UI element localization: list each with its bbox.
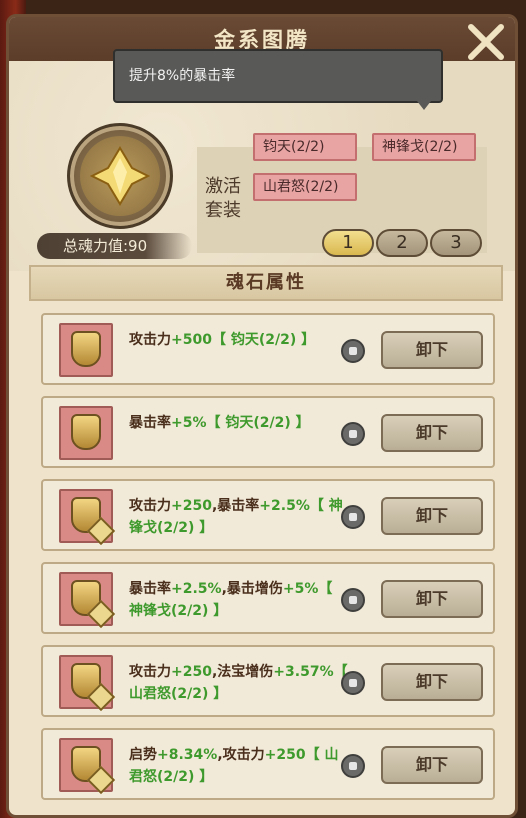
attribute-name: 暴击率	[129, 415, 171, 431]
sword-emblem-icon	[71, 331, 101, 367]
lock-icon[interactable]	[341, 588, 365, 612]
tooltip-text: 提升8%的暴击率	[129, 68, 236, 84]
unequip-button[interactable]: 卸下	[381, 663, 483, 701]
page-tab-3[interactable]: 3	[430, 229, 482, 257]
totem-panel: 金系图腾 激活 套装 钧天(2/2) 神锋戈(2/2) 山君怒(2/2) 提升8…	[6, 14, 518, 818]
suit-tooltip: 提升8%的暴击率	[113, 49, 443, 110]
attribute-name: 启势	[129, 747, 157, 763]
suit-tag-shenfengge[interactable]: 神锋戈(2/2)	[372, 133, 476, 161]
attribute-name: 攻击力	[129, 498, 171, 514]
attribute-row: 攻击力+500【 钧天(2/2) 】 卸下	[41, 313, 495, 385]
attribute-value: +250	[171, 664, 212, 680]
page-tab-2[interactable]: 2	[376, 229, 428, 257]
totem-emblem	[67, 123, 173, 229]
soulstone-icon[interactable]	[59, 738, 116, 795]
attribute-description: 暴击率+5%【 钧天(2/2) 】	[129, 412, 349, 434]
attribute-value: +250	[171, 498, 212, 514]
close-icon[interactable]	[463, 19, 509, 65]
unequip-button[interactable]: 卸下	[381, 331, 483, 369]
attribute-name: ,暴击增伤	[221, 581, 283, 597]
lock-icon[interactable]	[341, 671, 365, 695]
active-suits-label: 激活 套装	[205, 175, 245, 223]
attribute-row: 攻击力+250,法宝增伤+3.57%【 山君怒(2/2) 】卸下	[41, 645, 495, 717]
attribute-value: +5%	[171, 415, 207, 431]
attribute-name: ,暴击率	[211, 498, 260, 514]
attribute-row: 攻击力+250,暴击率+2.5%【 神锋戈(2/2) 】卸下	[41, 479, 495, 551]
tooltip-tail	[417, 101, 431, 110]
lock-icon[interactable]	[341, 339, 365, 363]
lock-icon[interactable]	[341, 505, 365, 529]
attribute-value: +2.5%	[171, 581, 222, 597]
soulstone-icon[interactable]	[59, 655, 116, 712]
attribute-name: ,攻击力	[217, 747, 265, 763]
totem-overview: 激活 套装 钧天(2/2) 神锋戈(2/2) 山君怒(2/2) 提升8%的暴击率…	[9, 49, 515, 271]
soulstone-attributes-header: 魂石属性	[29, 265, 503, 301]
attribute-description: 暴击率+2.5%,暴击增伤+5%【 神锋戈(2/2) 】	[129, 578, 349, 622]
suits-label-line2: 套装	[205, 200, 241, 221]
attribute-row: 暴击率+2.5%,暴击增伤+5%【 神锋戈(2/2) 】卸下	[41, 562, 495, 634]
attribute-row: 暴击率+5%【 钧天(2/2) 】 卸下	[41, 396, 495, 468]
attribute-name: 暴击率	[129, 581, 171, 597]
attribute-value: +5%	[282, 581, 319, 597]
gold-crystal-icon	[90, 146, 150, 206]
attribute-value: 【 钧天(2/2) 】	[206, 415, 310, 431]
attribute-value: +8.34%	[157, 747, 218, 763]
attribute-row: 启势+8.34%,攻击力+250【 山君怒(2/2) 】卸下	[41, 728, 495, 800]
sword-emblem-icon	[71, 414, 101, 450]
attribute-value: 【 钧天(2/2) 】	[211, 332, 316, 348]
attribute-value: +3.57%	[273, 664, 334, 680]
soulstone-icon[interactable]	[59, 406, 113, 460]
page-tab-1[interactable]: 1	[322, 229, 374, 257]
unequip-button[interactable]: 卸下	[381, 580, 483, 618]
attribute-value: +250	[264, 747, 306, 763]
soulstone-icon[interactable]	[59, 572, 116, 629]
lock-icon[interactable]	[341, 754, 365, 778]
suit-tag-shanjunnu[interactable]: 山君怒(2/2)	[253, 173, 357, 201]
unequip-button[interactable]: 卸下	[381, 414, 483, 452]
attribute-description: 攻击力+500【 钧天(2/2) 】	[129, 329, 349, 351]
attribute-description: 攻击力+250,暴击率+2.5%【 神锋戈(2/2) 】	[129, 495, 349, 539]
attribute-name: 攻击力	[129, 332, 171, 348]
attribute-value: +500	[171, 332, 212, 348]
attribute-description: 攻击力+250,法宝增伤+3.57%【 山君怒(2/2) 】	[129, 661, 349, 705]
attribute-name: ,法宝增伤	[211, 664, 274, 680]
unequip-button[interactable]: 卸下	[381, 497, 483, 535]
soulstone-icon[interactable]	[59, 489, 116, 546]
lock-icon[interactable]	[341, 422, 365, 446]
attribute-value: +2.5%	[259, 498, 310, 514]
attribute-name: 攻击力	[129, 664, 171, 680]
total-soul-power: 总魂力值:90	[37, 233, 192, 259]
soulstone-icon[interactable]	[59, 323, 113, 377]
suit-tag-juntian[interactable]: 钧天(2/2)	[253, 133, 357, 161]
suits-label-line1: 激活	[205, 176, 241, 197]
unequip-button[interactable]: 卸下	[381, 746, 483, 784]
attribute-description: 启势+8.34%,攻击力+250【 山君怒(2/2) 】	[129, 744, 349, 788]
